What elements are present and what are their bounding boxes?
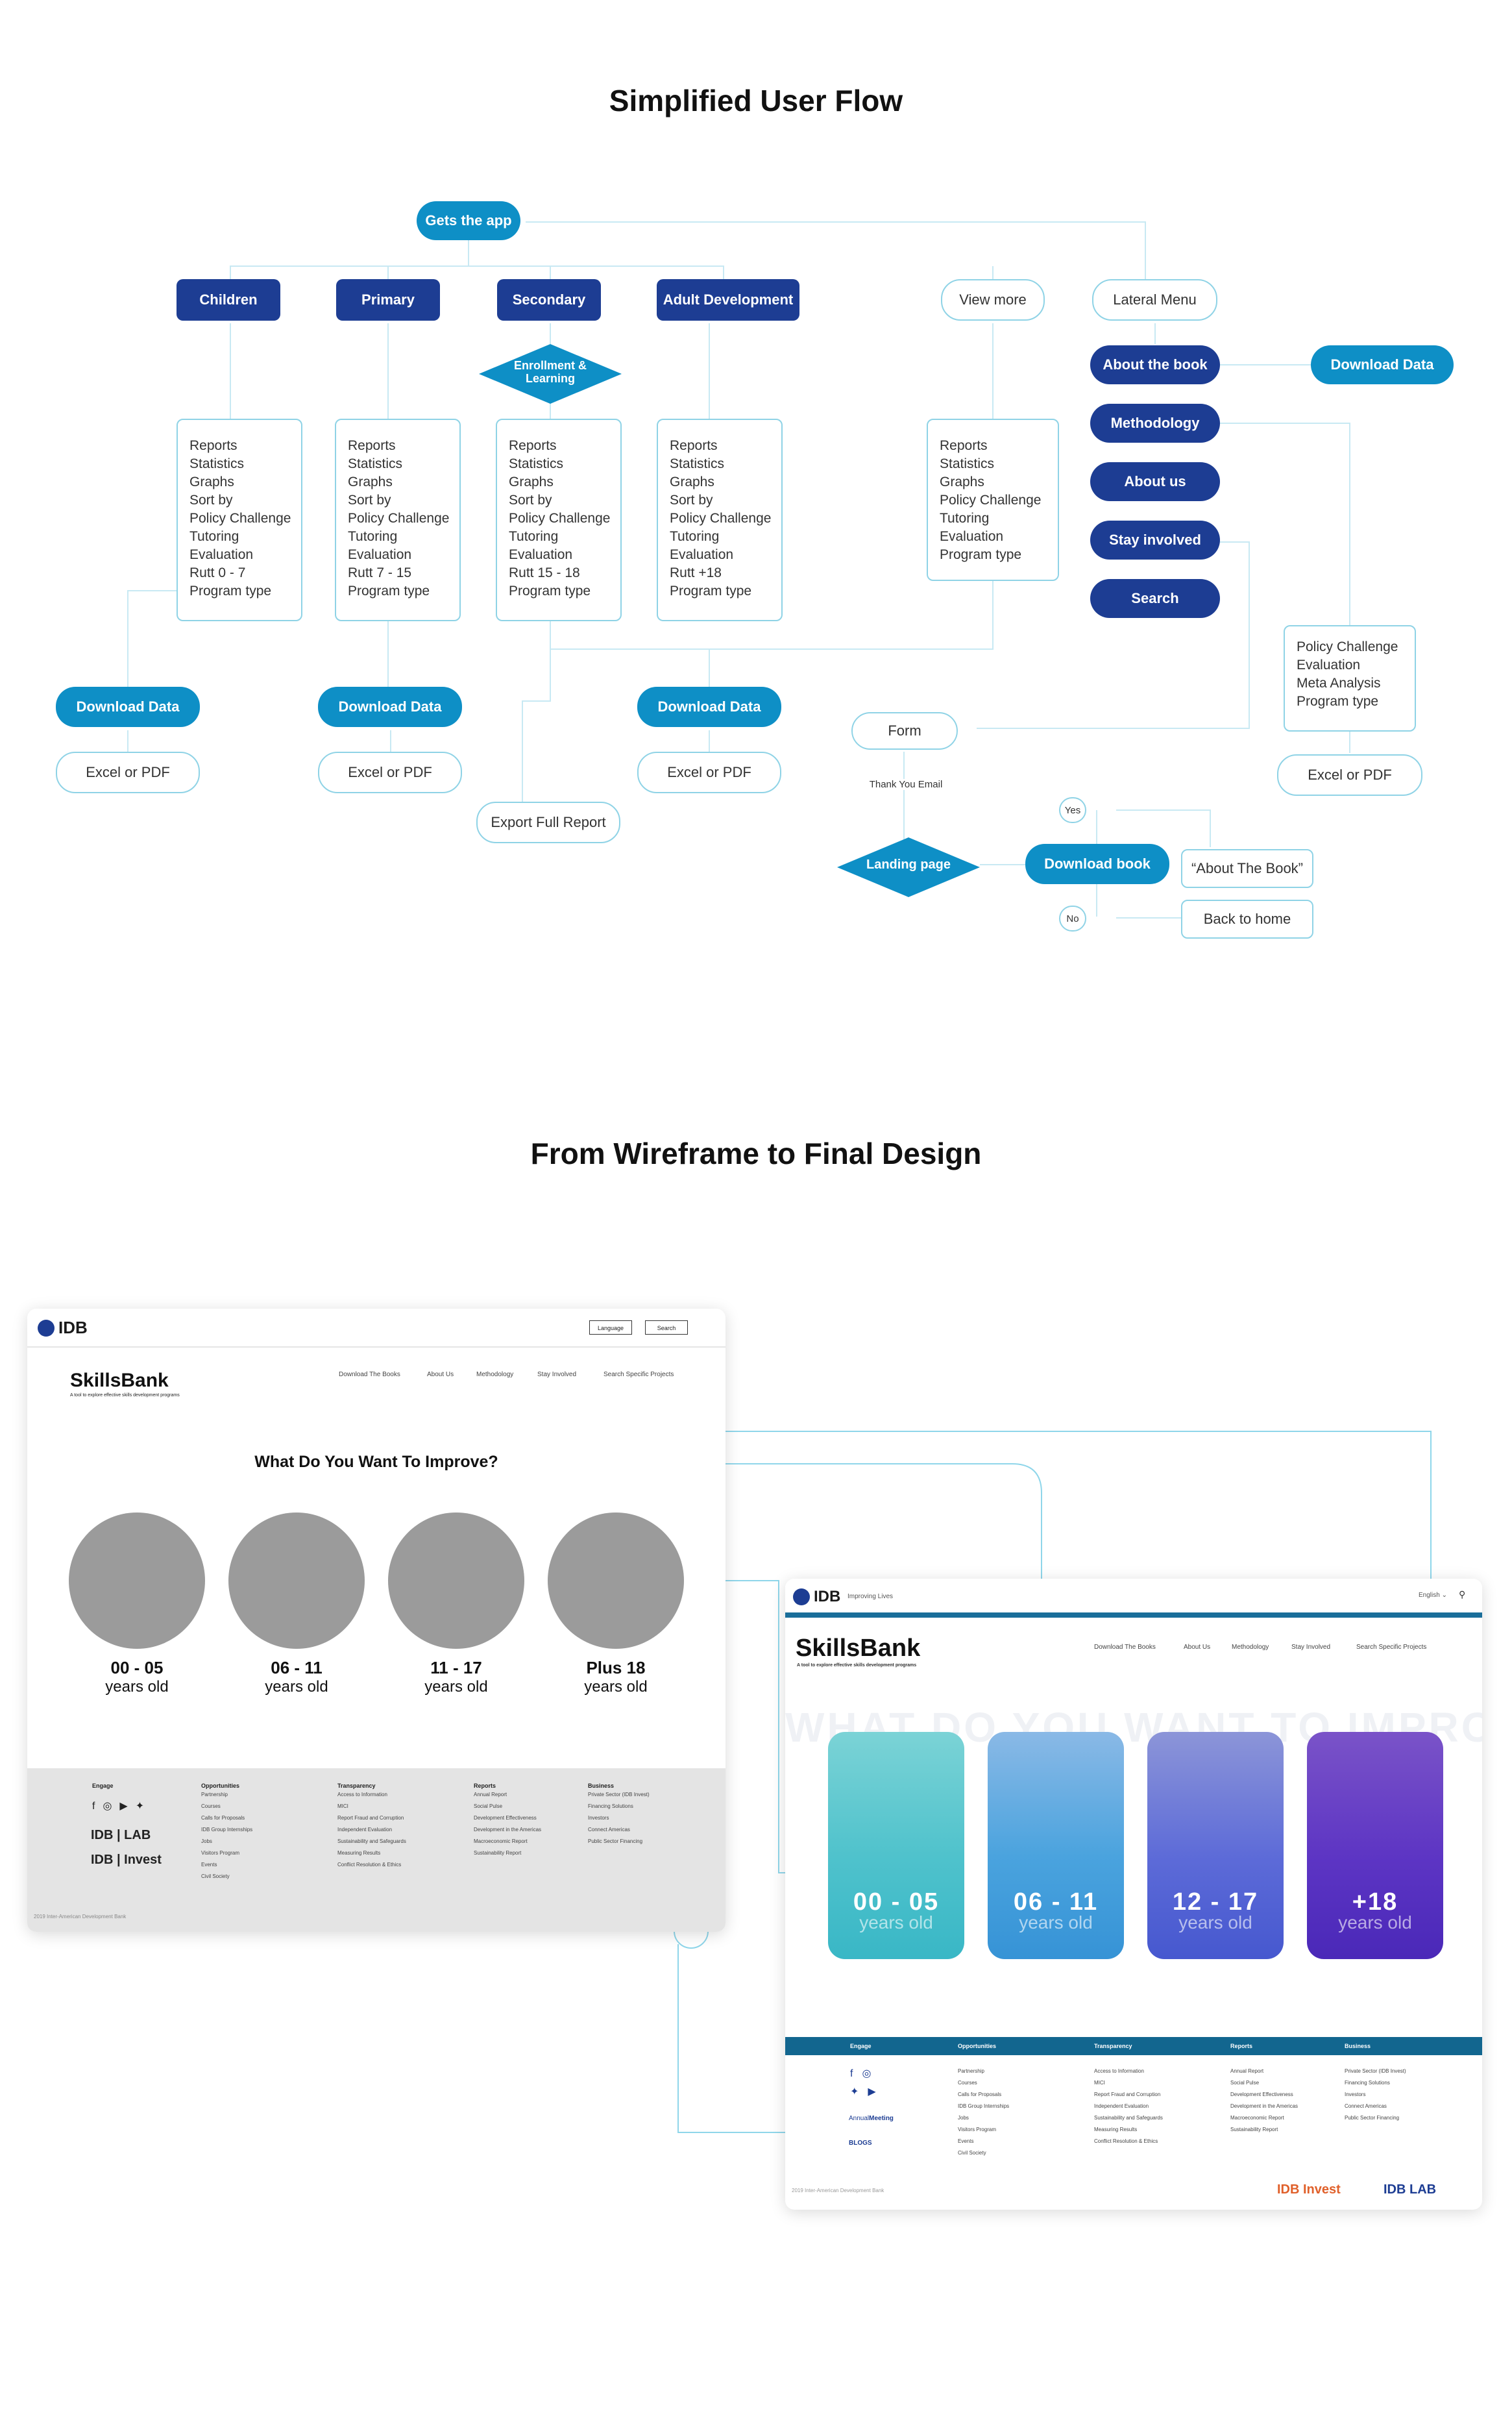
final-footer-header-bar: Engage Opportunities Transparency Report… [785, 2037, 1482, 2055]
age-card-3[interactable]: +18 years old [1307, 1732, 1443, 1959]
footer-col-1: Transparency Access to Information MICI Re… [337, 1783, 406, 1868]
nav-about-us[interactable]: About Us [427, 1371, 454, 1378]
age-caption-1: 06 - 11 years old [265, 1658, 328, 1696]
improve-question: What Do You Want To Improve? [254, 1453, 498, 1471]
methodology-node: Methodology [1090, 404, 1220, 443]
final-brand-tagline: A tool to explore effective skills devel… [797, 1663, 917, 1668]
download-book-node: Download book [1025, 844, 1169, 884]
age-caption-3: Plus 18 years old [584, 1658, 648, 1696]
search-node: Search [1090, 579, 1220, 618]
primary-node: Primary [336, 279, 440, 321]
children-box: Reports Statistics Graphs Sort by Policy Cha… [177, 419, 302, 621]
footer-col-3: Business Private Sector (IDB Invest) Fina… [588, 1783, 650, 1844]
stay-involved-node: Stay involved [1090, 521, 1220, 560]
final-idb-logo: IDB [793, 1588, 840, 1606]
yes-node: Yes [1059, 797, 1086, 823]
flow-title: Simplified User Flow [609, 84, 903, 117]
wireframe-title: From Wireframe to Final Design [530, 1137, 982, 1170]
age-circle-3[interactable] [548, 1512, 684, 1649]
excel-pdf-node-lateral: Excel or PDF [1277, 754, 1422, 796]
thank-you-label: Thank You Email [838, 779, 973, 790]
final-idb-lab-logo: IDB LAB [1384, 2182, 1437, 2197]
age-circle-0[interactable] [69, 1512, 205, 1649]
final-footer-copyright: 2019 Inter-American Development Bank [792, 2188, 884, 2193]
about-us-node: About us [1090, 462, 1220, 501]
nav-download-books[interactable]: Download The Books [339, 1371, 400, 1378]
secondary-node: Secondary [497, 279, 601, 321]
no-node: No [1059, 906, 1086, 932]
age-card-1[interactable]: 06 - 11 years old [988, 1732, 1124, 1959]
final-social-icons-2[interactable]: ✦▶ [850, 2085, 885, 2098]
age-circle-2[interactable] [388, 1512, 524, 1649]
final-footer-col-3: Private Sector (IDB Invest) Financing Sol… [1345, 2068, 1406, 2121]
brand-name: SkillsBank [70, 1370, 169, 1391]
idb-logo: IDB [38, 1318, 88, 1338]
download-data-node-primary: Download Data [318, 687, 462, 727]
idb-lab-logo: IDB | LAB [91, 1828, 151, 1842]
age-caption-2: 11 - 17 years old [424, 1658, 488, 1696]
children-node: Children [177, 279, 280, 321]
view-more-node: View more [941, 279, 1045, 321]
about-the-book-node: “About The Book” [1181, 849, 1313, 888]
annual-meeting-logo: AnnualMeeting [849, 2115, 894, 2122]
final-nav-methodology[interactable]: Methodology [1232, 1644, 1269, 1651]
excel-pdf-node-adult: Excel or PDF [637, 752, 781, 793]
methodology-box: Policy Challenge Evaluation Meta Analysis P… [1284, 625, 1416, 732]
footer-copyright: 2019 Inter-American Development Bank [34, 1914, 127, 1920]
about-book-node: About the book [1090, 345, 1220, 384]
idb-logo-icon [38, 1319, 55, 1337]
wireframe-screen: IDB Language Search SkillsBank A tool to… [27, 1309, 726, 1932]
final-footer-col-2: Annual Report Social Pulse Development Eff… [1230, 2068, 1299, 2132]
search-button[interactable]: Search [645, 1320, 688, 1335]
idb-invest-logo: IDB | Invest [91, 1853, 162, 1867]
brand-tagline: A tool to explore effective skills devel… [70, 1393, 180, 1398]
footer-col-2: Reports Annual Report Social Pulse Develop… [474, 1783, 542, 1856]
adult-node: Adult Development [657, 279, 799, 321]
nav-search-projects[interactable]: Search Specific Projects [604, 1371, 674, 1378]
social-icons: f◎▶✦ [92, 1801, 152, 1812]
final-nav-search[interactable]: Search Specific Projects [1356, 1644, 1426, 1651]
final-footer-col-0: Partnership Courses Calls for Proposals IDB… [958, 2068, 1010, 2156]
language-button[interactable]: Language [589, 1320, 632, 1335]
view-more-box: Reports Statistics Graphs Policy Challenge T… [927, 419, 1059, 581]
final-nav-download[interactable]: Download The Books [1094, 1644, 1156, 1651]
final-search-icon[interactable]: ⚲ [1459, 1589, 1465, 1600]
wireframe-footer: Engage f◎▶✦ IDB | LAB IDB | Invest Oppor… [27, 1768, 726, 1932]
nav-stay-involved[interactable]: Stay Involved [537, 1371, 576, 1378]
nav-methodology[interactable]: Methodology [476, 1371, 513, 1378]
age-card-2[interactable]: 12 - 17 years old [1147, 1732, 1284, 1959]
excel-pdf-node-children: Excel or PDF [56, 752, 200, 793]
final-logo-tagline: Improving Lives [847, 1593, 894, 1600]
age-caption-0: 00 - 05 years old [105, 1658, 169, 1696]
secondary-box: Reports Statistics Graphs Sort by Policy Cha… [496, 419, 622, 621]
final-nav-about[interactable]: About Us [1184, 1644, 1210, 1651]
adult-box: Reports Statistics Graphs Sort by Policy Cha… [657, 419, 783, 621]
final-nav-stay[interactable]: Stay Involved [1291, 1644, 1330, 1651]
download-data-node-children: Download Data [56, 687, 200, 727]
primary-box: Reports Statistics Graphs Sort by Policy Cha… [335, 419, 461, 621]
lateral-menu-node: Lateral Menu [1092, 279, 1217, 321]
form-node: Form [851, 712, 958, 750]
enrollment-label: Enrollment & Learning [513, 359, 587, 385]
age-card-0[interactable]: 00 - 05 years old [828, 1732, 964, 1959]
excel-pdf-node-primary: Excel or PDF [318, 752, 462, 793]
final-language-select[interactable]: English ⌄ [1419, 1592, 1447, 1599]
blogs-logo: BLOGS [849, 2140, 872, 2147]
final-idb-invest-logo: IDB Invest [1277, 2182, 1341, 2197]
landing-label: Landing page [866, 858, 951, 872]
final-brand-name: SkillsBank [796, 1635, 921, 1662]
final-screen: IDB Improving Lives English ⌄ ⚲ SkillsBa… [785, 1579, 1482, 2210]
age-circle-1[interactable] [228, 1512, 365, 1649]
footer-engage: Engage [92, 1783, 114, 1789]
final-footer-col-1: Access to Information MICI Report Fraud an… [1094, 2068, 1163, 2144]
footer-col-0: Opportunities Partnership Courses Calls fo… [201, 1783, 253, 1879]
export-full-report-node: Export Full Report [476, 802, 620, 843]
download-data-node-lateral: Download Data [1311, 345, 1454, 384]
back-home-node: Back to home [1181, 900, 1313, 939]
download-data-node-adult: Download Data [637, 687, 781, 727]
gets-app-node: Gets the app [417, 201, 520, 240]
final-social-icons[interactable]: f◎ [850, 2067, 880, 2080]
